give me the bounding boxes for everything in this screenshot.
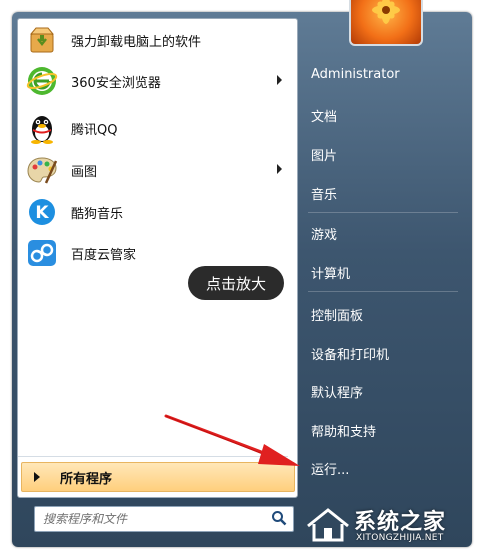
search-box[interactable] [34, 506, 294, 532]
right-separator [308, 291, 458, 292]
program-item-qq[interactable]: 腾讯QQ [22, 109, 294, 147]
pictures-link[interactable]: 图片 [311, 145, 337, 164]
uninstaller-box-icon [25, 23, 59, 57]
watermark-house-logo-icon [307, 508, 349, 542]
program-label: 腾讯QQ [71, 122, 118, 138]
svg-text:K: K [35, 203, 49, 223]
flower-image-icon [372, 0, 400, 24]
search-area [17, 498, 296, 542]
default-programs-link[interactable]: 默认程序 [311, 382, 363, 401]
submenu-arrow-icon[interactable] [277, 164, 282, 174]
red-arrow-annotation-icon [164, 414, 300, 466]
program-label: 画图 [71, 164, 98, 180]
control-panel-link[interactable]: 控制面板 [311, 305, 363, 324]
program-label: 360安全浏览器 [71, 75, 161, 91]
documents-link[interactable]: 文档 [311, 106, 337, 125]
devices-printers-link[interactable]: 设备和打印机 [311, 344, 389, 363]
run-link[interactable]: 运行... [311, 459, 349, 478]
program-label: 百度云管家 [71, 247, 137, 263]
watermark: 系统之家 XITONGZHIJIA.NET [300, 496, 485, 560]
watermark-title: 系统之家 [354, 510, 447, 535]
watermark-url: XITONGZHIJIA.NET [356, 533, 444, 543]
help-support-link[interactable]: 帮助和支持 [311, 421, 376, 440]
program-label: 酷狗音乐 [71, 206, 124, 222]
360-browser-icon [25, 64, 59, 98]
program-label: 强力卸载电脑上的软件 [71, 34, 202, 50]
music-link[interactable]: 音乐 [311, 184, 337, 203]
expand-arrow-icon [34, 472, 40, 482]
kugou-music-icon: K [25, 195, 59, 229]
qq-penguin-icon [25, 111, 59, 145]
zoom-label: 点击放大 [205, 274, 266, 293]
baidu-cloud-icon [25, 236, 59, 270]
program-item-paint[interactable]: 画图 [22, 151, 294, 189]
games-link[interactable]: 游戏 [311, 224, 337, 243]
submenu-arrow-icon[interactable] [277, 75, 282, 85]
user-picture[interactable] [349, 0, 423, 46]
all-programs-label: 所有程序 [60, 471, 113, 487]
search-input[interactable] [41, 509, 260, 529]
search-magnifier-icon[interactable] [271, 510, 287, 526]
program-item-kugou[interactable]: K 酷狗音乐 [22, 193, 294, 231]
paint-palette-icon [25, 153, 59, 187]
program-item-uninstaller[interactable]: 强力卸载电脑上的软件 [22, 21, 294, 59]
user-account-link[interactable]: Administrator [311, 67, 400, 82]
computer-link[interactable]: 计算机 [311, 263, 350, 282]
right-separator [308, 212, 458, 213]
zoom-tooltip-button[interactable]: 点击放大 [188, 266, 284, 300]
program-item-360-browser[interactable]: 360安全浏览器 [22, 62, 294, 100]
